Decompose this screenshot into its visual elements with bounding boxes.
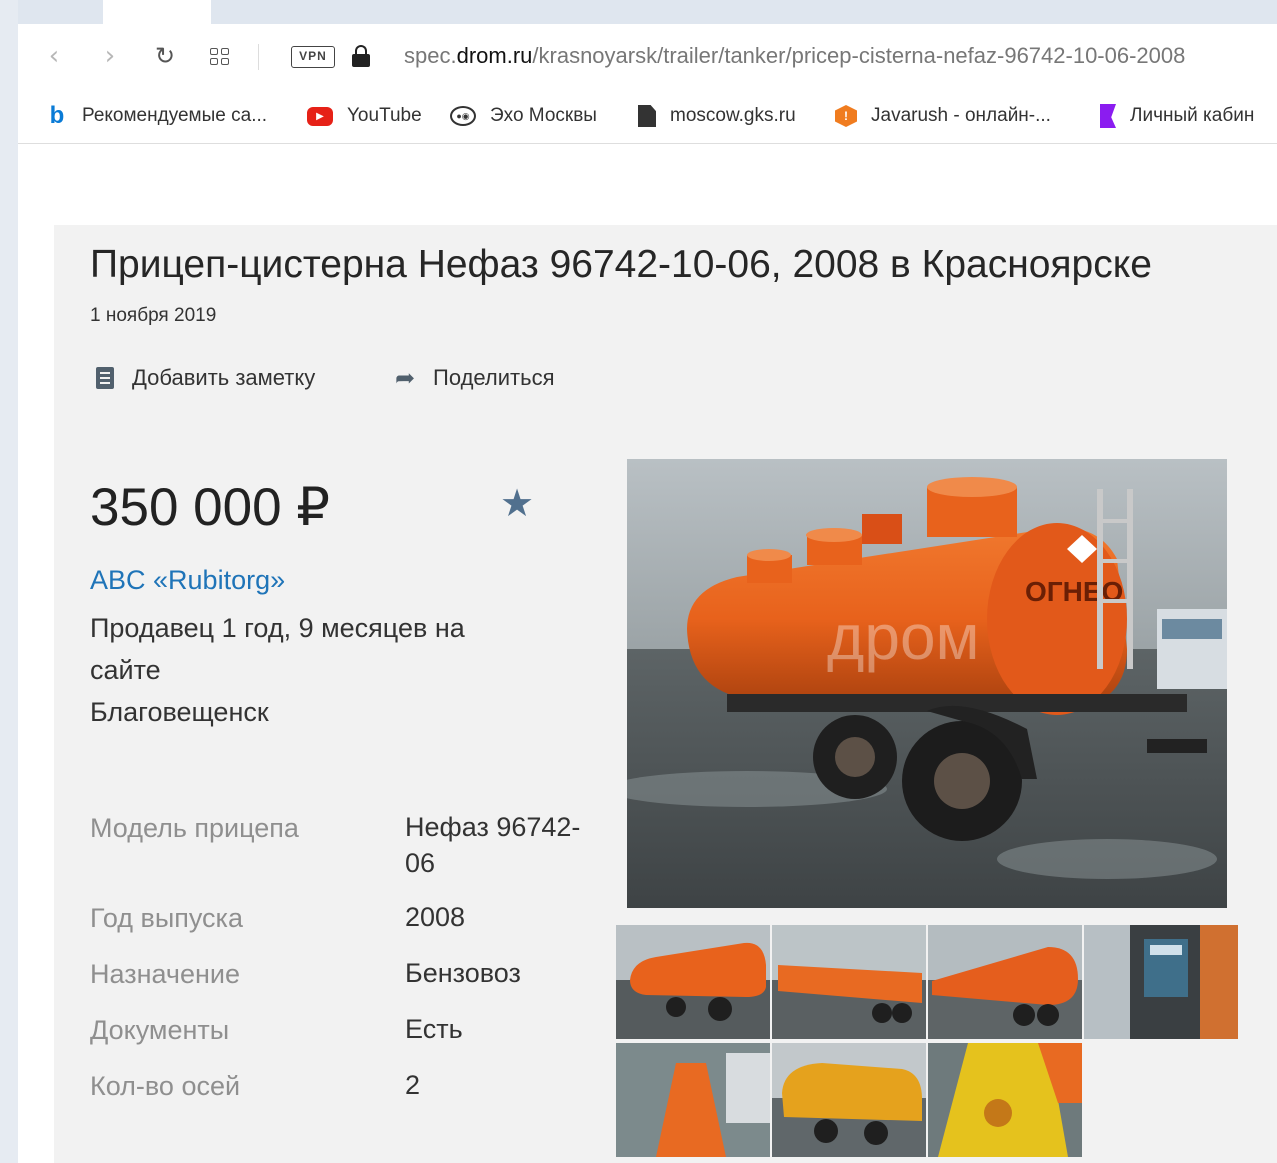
document-icon — [638, 105, 656, 127]
bookmark-label: Javarush - онлайн-... — [871, 105, 1051, 126]
tab-strip — [18, 0, 1277, 24]
bookmark-label: Эхо Москвы — [490, 105, 597, 126]
thumb-illustration — [928, 1043, 1082, 1157]
spec-value-line: 06 — [405, 848, 436, 878]
spec-value: Есть — [405, 1014, 463, 1044]
bookmark-gks[interactable]: moscow.gks.ru — [638, 102, 796, 130]
share-label: Поделиться — [433, 365, 555, 390]
note-icon — [96, 367, 114, 389]
add-note-button[interactable]: Добавить заметку — [96, 365, 315, 391]
main-photo[interactable]: ОГНЕО дром — [627, 459, 1227, 908]
lock-icon[interactable] — [352, 44, 370, 68]
tabs-grid-icon[interactable] — [210, 48, 232, 68]
seller-name-link[interactable]: ABC «Rubitorg» — [90, 565, 285, 596]
cabinet-icon — [1100, 104, 1116, 128]
thumb-illustration — [928, 925, 1082, 1039]
thumbnail[interactable] — [928, 1043, 1082, 1157]
reload-icon[interactable]: ↻ — [149, 40, 181, 72]
url-path: /krasnoyarsk/trailer/tanker/pricep-ciste… — [532, 43, 1186, 68]
thumbnail[interactable] — [772, 1043, 926, 1157]
bookmark-recommended[interactable]: b Рекомендуемые са... — [46, 102, 267, 130]
add-note-label: Добавить заметку — [132, 365, 316, 390]
forward-icon[interactable]: › — [94, 40, 126, 72]
bookmark-cabinet[interactable]: Личный кабин — [1100, 102, 1254, 130]
back-icon[interactable]: ‹ — [38, 40, 70, 72]
tanker-photo-illustration: ОГНЕО дром — [627, 459, 1227, 908]
address-bar[interactable]: spec.drom.ru/krasnoyarsk/trailer/tanker/… — [404, 43, 1185, 69]
page-content: Прицеп-цистерна Нефаз 96742-10-06, 2008 … — [18, 145, 1277, 1163]
spec-value: 2 — [405, 1070, 421, 1100]
thumbnail[interactable] — [928, 925, 1082, 1039]
spec-value: Нефаз 96742- 06 — [405, 809, 605, 881]
spec-value-line: Нефаз 96742- — [405, 812, 581, 842]
echo-icon: ●◉ — [450, 106, 476, 126]
thumbnail[interactable] — [1084, 925, 1238, 1039]
browser-left-edge — [0, 0, 18, 1163]
vpn-badge[interactable]: VPN — [291, 46, 335, 68]
spec-value: 2008 — [405, 902, 466, 932]
seller-since: Продавец 1 год, 9 месяцев на — [90, 613, 465, 643]
bookmark-label: Личный кабин — [1130, 105, 1255, 126]
thumbnail[interactable] — [772, 925, 926, 1039]
seller-since-cont: сайте — [90, 655, 161, 685]
share-button[interactable]: ➦ Поделиться — [395, 365, 554, 391]
bookmark-javarush[interactable]: ! Javarush - онлайн-... — [835, 102, 1051, 130]
favorite-star-icon[interactable]: ★ — [500, 481, 534, 525]
bookmarks-bar: b Рекомендуемые са... ▶ YouTube ●◉ Эхо М… — [18, 88, 1277, 144]
thumb-illustration — [772, 925, 926, 1039]
thumbnail[interactable] — [616, 1043, 770, 1157]
seller-info: Продавец 1 год, 9 месяцев на сайте Благо… — [90, 607, 510, 733]
listing-card: Прицеп-цистерна Нефаз 96742-10-06, 2008 … — [54, 225, 1277, 1163]
thumb-illustration — [616, 1043, 770, 1157]
thumb-illustration — [1084, 925, 1238, 1039]
bookmark-label: Рекомендуемые са... — [82, 105, 268, 126]
spec-label: Документы — [90, 1015, 230, 1045]
thumbnail[interactable] — [616, 925, 770, 1039]
thumb-illustration — [772, 1043, 926, 1157]
active-tab[interactable] — [103, 0, 211, 24]
page-title: Прицеп-цистерна Нефаз 96742-10-06, 2008 … — [90, 243, 1152, 286]
youtube-icon: ▶ — [307, 106, 333, 126]
url-host: drom.ru — [456, 43, 533, 68]
spec-label: Кол-во осей — [90, 1071, 241, 1101]
bookmark-echo[interactable]: ●◉ Эхо Москвы — [450, 102, 597, 130]
toolbar-separator — [258, 44, 259, 70]
spec-value: Бензовоз — [405, 958, 521, 988]
watermark-text: дром — [827, 601, 980, 673]
bookmark-label: YouTube — [347, 105, 422, 126]
seller-city: Благовещенск — [90, 697, 269, 727]
javarush-icon: ! — [835, 105, 857, 127]
thumb-illustration — [616, 925, 770, 1039]
bing-icon: b — [49, 102, 65, 129]
bookmark-label: moscow.gks.ru — [670, 105, 796, 126]
bookmark-youtube[interactable]: ▶ YouTube — [307, 102, 422, 130]
price: 350 000 ₽ — [90, 478, 331, 537]
spec-label: Модель прицепа — [90, 813, 299, 843]
spec-label: Год выпуска — [90, 903, 243, 933]
spec-label: Назначение — [90, 959, 241, 989]
share-arrow-icon: ➦ — [395, 364, 416, 392]
listing-date: 1 ноября 2019 — [90, 305, 217, 326]
browser-toolbar: ‹ › ↻ VPN spec.drom.ru/krasnoyarsk/trail… — [18, 24, 1277, 88]
url-prefix: spec. — [404, 43, 457, 68]
